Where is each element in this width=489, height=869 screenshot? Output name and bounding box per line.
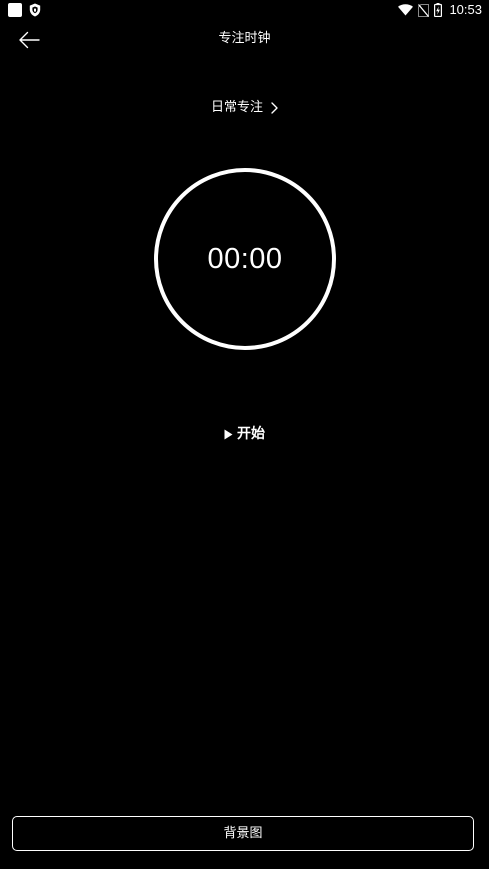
page-title: 专注时钟 bbox=[218, 31, 271, 46]
chevron-right-icon bbox=[271, 102, 278, 114]
wifi-icon bbox=[398, 4, 414, 16]
background-image-button[interactable]: 背景图 bbox=[12, 816, 474, 851]
status-bar-left bbox=[8, 3, 41, 17]
category-selector[interactable]: 日常专注 bbox=[0, 98, 489, 118]
status-time: 10:53 bbox=[449, 2, 482, 17]
notification-square-icon bbox=[8, 3, 22, 17]
battery-charging-icon bbox=[434, 3, 443, 17]
background-image-label: 背景图 bbox=[223, 825, 263, 841]
status-bar: 10:53 bbox=[0, 0, 489, 20]
start-button[interactable]: 开始 bbox=[0, 423, 489, 445]
status-bar-right: 10:53 bbox=[398, 2, 482, 18]
play-icon bbox=[224, 429, 233, 439]
timer-ring: 00:00 bbox=[154, 168, 336, 350]
category-label: 日常专注 bbox=[210, 100, 263, 115]
timer-value: 00:00 bbox=[207, 242, 283, 275]
shield-icon bbox=[29, 3, 41, 17]
no-sim-icon bbox=[418, 3, 430, 17]
header: 专注时钟 bbox=[0, 22, 489, 58]
start-label: 开始 bbox=[237, 426, 265, 442]
